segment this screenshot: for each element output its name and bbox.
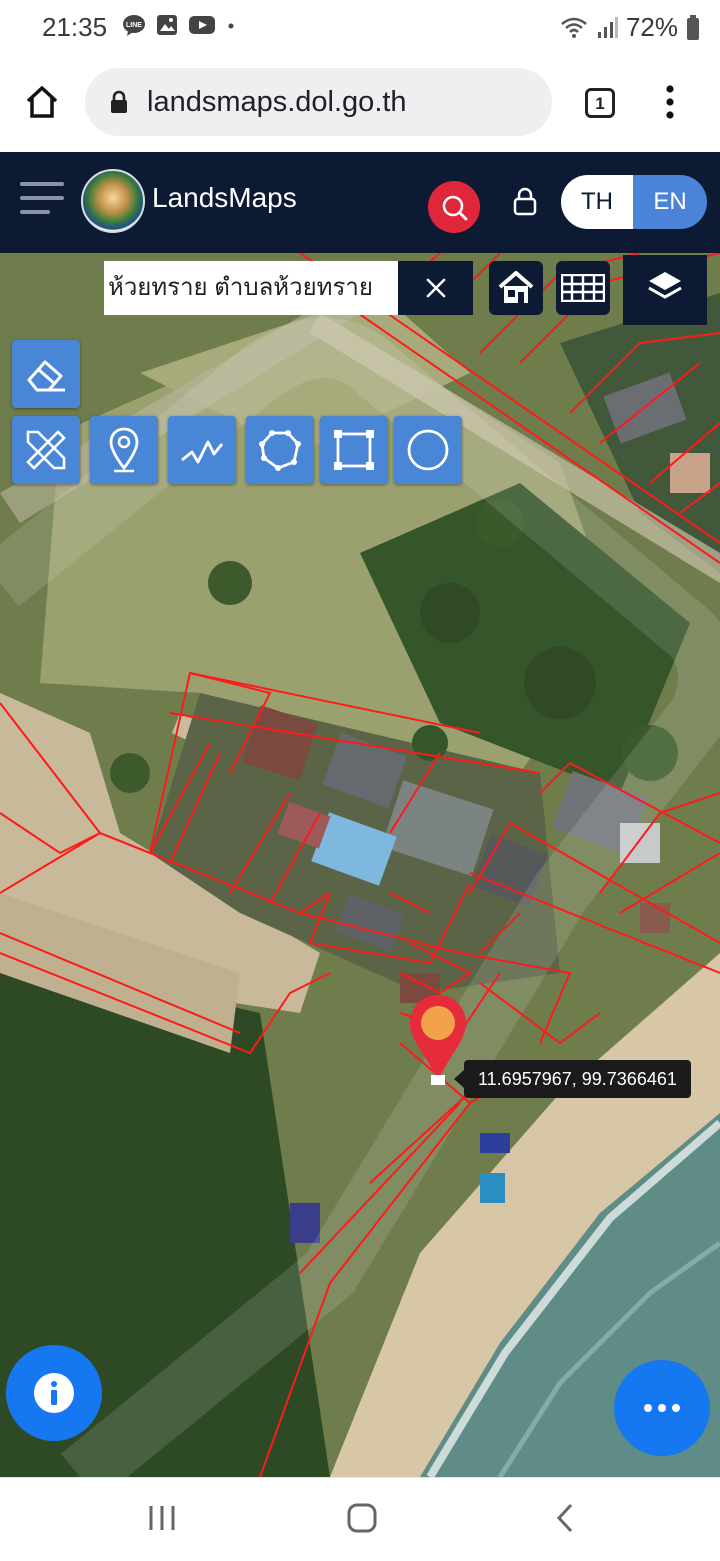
parcel-grid-button[interactable]: [556, 261, 610, 315]
home-location-button[interactable]: [489, 261, 543, 315]
eraser-icon: [27, 360, 65, 392]
back-icon[interactable]: [554, 1502, 576, 1534]
more-horiz-icon: [644, 1404, 680, 1412]
circle-tool-button[interactable]: [394, 416, 462, 484]
layers-icon: [648, 272, 682, 299]
polygon-tool-button[interactable]: [246, 416, 314, 484]
home-nav-icon[interactable]: [346, 1502, 378, 1534]
lang-th-button[interactable]: TH: [561, 175, 633, 229]
home-icon[interactable]: [24, 84, 60, 120]
signal-icon: [597, 16, 618, 38]
point-tool-button[interactable]: [90, 416, 158, 484]
rectangle-icon: [334, 430, 374, 470]
marker-coordinates-label: 11.6957967, 99.7366461: [454, 1060, 691, 1098]
house-icon: [498, 271, 534, 303]
close-icon: [426, 278, 446, 298]
dot-icon: [228, 23, 234, 29]
brand-title: LandsMaps: [152, 182, 297, 213]
ruler-pencil-icon: [26, 430, 66, 470]
status-right: 72%: [560, 12, 700, 43]
recent-apps-icon[interactable]: [148, 1504, 176, 1532]
grid-icon: [561, 274, 605, 302]
map-pin-icon: [109, 427, 139, 473]
battery-icon: [687, 14, 699, 40]
status-bar: 21:35 LINE 72%: [0, 0, 720, 56]
system-navigation-bar: [0, 1477, 720, 1561]
battery-percent: 72%: [625, 12, 678, 42]
more-vert-icon[interactable]: [660, 84, 680, 120]
more-options-button[interactable]: [614, 1360, 710, 1456]
info-button[interactable]: [6, 1345, 102, 1441]
notification-icons: LINE: [122, 14, 236, 36]
polyline-icon: [181, 440, 224, 464]
layers-button[interactable]: [623, 255, 707, 325]
lock-icon: [111, 90, 127, 113]
circle-icon: [407, 429, 449, 471]
tab-switcher-button[interactable]: 1: [585, 88, 615, 118]
polygon-icon: [259, 430, 301, 471]
polyline-tool-button[interactable]: [168, 416, 236, 484]
eraser-tool-button[interactable]: [12, 340, 80, 408]
department-logo: [81, 169, 145, 233]
search-icon: [442, 195, 468, 221]
wifi-icon: [561, 17, 587, 38]
browser-toolbar: landsmaps.dol.go.th 1: [0, 56, 720, 152]
clear-search-button[interactable]: [398, 261, 473, 315]
info-icon: [34, 1373, 74, 1413]
svg-text:LINE: LINE: [126, 22, 142, 29]
lang-en-button[interactable]: EN: [633, 175, 707, 229]
url-text: landsmaps.dol.go.th: [147, 86, 407, 118]
line-icon: LINE: [123, 15, 145, 36]
measure-tool-button[interactable]: [12, 416, 80, 484]
location-search-input[interactable]: ห้วยทราย ตำบลห้วยทราย: [104, 261, 398, 315]
search-button[interactable]: [428, 181, 480, 233]
language-toggle[interactable]: TH EN: [561, 175, 707, 229]
hamburger-menu-icon[interactable]: [20, 182, 64, 216]
gallery-icon: [157, 15, 177, 35]
status-time: 21:35: [42, 12, 108, 42]
lock-icon[interactable]: [512, 186, 538, 216]
address-bar[interactable]: landsmaps.dol.go.th: [85, 68, 552, 136]
youtube-icon: [189, 16, 215, 34]
rectangle-tool-button[interactable]: [320, 416, 388, 484]
